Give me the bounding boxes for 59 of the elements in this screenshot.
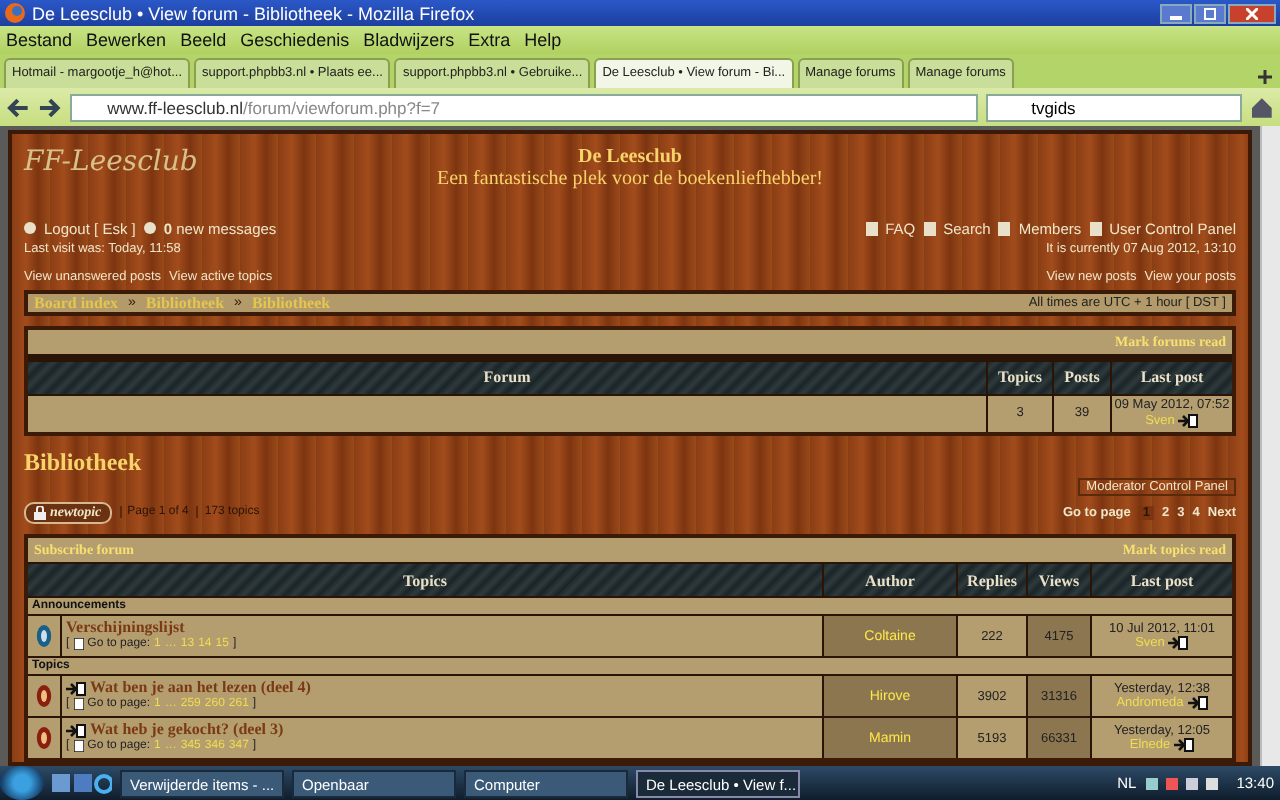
window-title: De Leesclub • View forum - Bibliotheek - Mozilla Firefox [32, 3, 477, 23]
page-icon [73, 638, 84, 651]
site-logo[interactable]: FF-Leesclub [24, 146, 264, 178]
minimize-button[interactable] [1160, 3, 1192, 23]
page-icon [923, 221, 936, 236]
new-tab-button[interactable] [1254, 66, 1276, 88]
topic-icon [36, 684, 52, 709]
close-icon [1246, 7, 1258, 19]
close-button[interactable] [1228, 3, 1276, 23]
topic-title-link[interactable]: Verschijningslijst [66, 620, 185, 639]
column-header: Last post [1092, 564, 1232, 597]
address-field[interactable]: www.ff-leesclub.nl/forum/viewforum.php?f=7 [69, 93, 978, 121]
menu-item[interactable]: Bladwijzers [363, 30, 455, 50]
bullet-icon [24, 222, 36, 235]
page-icon [1089, 221, 1102, 236]
plus-icon [1258, 70, 1272, 84]
menu-item[interactable]: Bestand [6, 30, 73, 50]
forward-icon [37, 95, 62, 119]
page-icon [73, 698, 84, 711]
column-header: Forum [28, 361, 986, 394]
column-header: Posts [1054, 361, 1110, 394]
column-header: Last post [1112, 361, 1232, 394]
column-header: Views [1028, 564, 1090, 597]
menu-item[interactable]: Extra [468, 30, 511, 50]
scrollbar[interactable] [1260, 126, 1280, 766]
new-post-icon [66, 682, 86, 697]
view-post-icon [1178, 414, 1199, 429]
start-button[interactable] [0, 766, 44, 800]
menu-item[interactable]: Beeld [180, 30, 227, 50]
topic-title-link[interactable]: Wat ben je aan het lezen (deel 4) [90, 680, 311, 699]
column-header: Replies [958, 564, 1026, 597]
maximize-button[interactable] [1194, 3, 1226, 23]
topic-icon [36, 726, 52, 751]
topic-title-link[interactable]: Wat heb je gekocht? (deel 3) [90, 722, 284, 741]
column-header: Topics [988, 361, 1052, 394]
column-header: Topics [28, 564, 822, 597]
menu-item[interactable]: Help [524, 30, 562, 50]
forum-heading: Bibliotheek [24, 447, 144, 478]
lock-icon [34, 505, 46, 520]
view-post-icon [1174, 738, 1195, 753]
view-post-icon [1187, 696, 1208, 711]
announcement-icon [36, 624, 52, 649]
search-field[interactable]: tvgids [985, 93, 1243, 121]
site-title: De Leesclub [576, 146, 684, 168]
menu-item[interactable]: Bewerken [86, 30, 167, 50]
page-icon [998, 221, 1011, 236]
page-icon [865, 221, 878, 236]
new-post-icon [66, 724, 86, 739]
quick-launch-icon [52, 771, 112, 795]
back-icon [6, 95, 30, 119]
maximize-icon [1204, 7, 1216, 19]
column-header: Author [824, 564, 956, 597]
home-icon [1250, 95, 1274, 119]
bullet-icon [143, 222, 156, 235]
page-icon [73, 740, 84, 753]
menu-item[interactable]: Geschiedenis [240, 30, 350, 50]
site-description: Een fantastische plek voor de boekenliefhebber! [435, 168, 825, 190]
firefox-icon [4, 2, 26, 24]
view-post-icon [1168, 636, 1189, 651]
